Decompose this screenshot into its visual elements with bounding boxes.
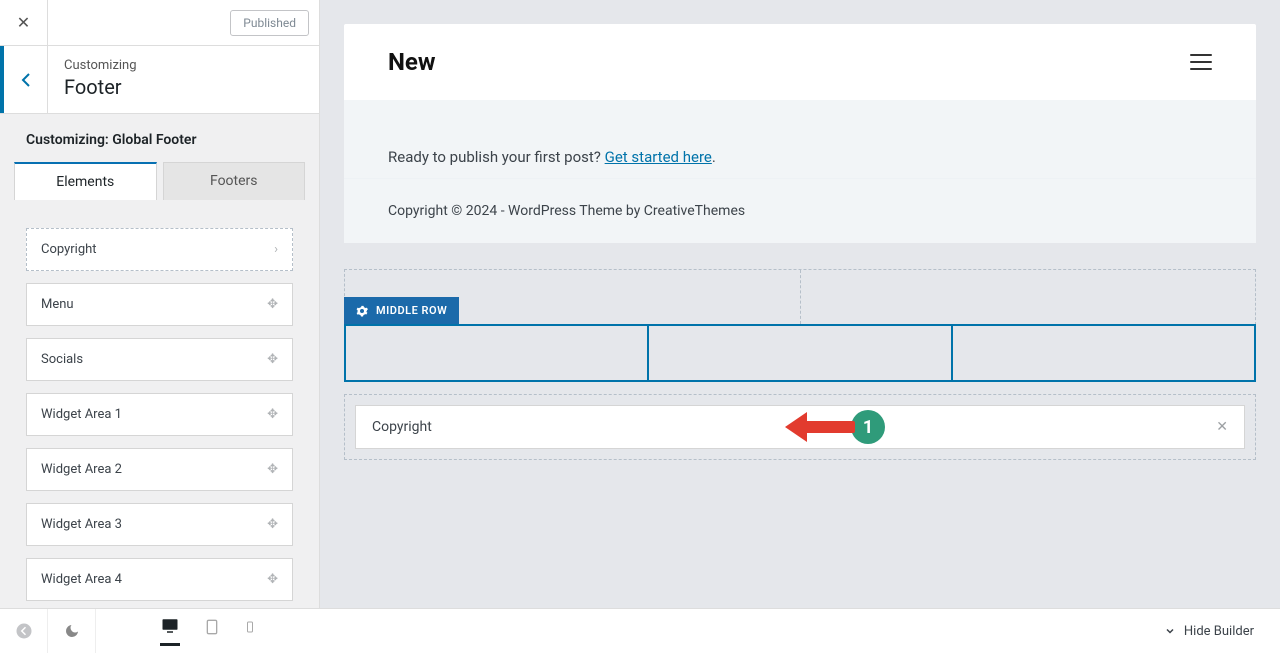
middle-row-col-2[interactable] xyxy=(649,326,952,380)
tab-elements[interactable]: Elements xyxy=(14,162,157,200)
back-button[interactable] xyxy=(0,46,48,113)
site-preview: New Ready to publish your first post? Ge… xyxy=(344,24,1256,243)
top-row[interactable] xyxy=(344,269,1256,325)
preview-footer: Copyright © 2024 - WordPress Theme by Cr… xyxy=(344,178,1256,243)
item-label: Copyright xyxy=(372,419,432,435)
preview-header: New xyxy=(344,24,1256,100)
element-widget-3[interactable]: Widget Area 3 ✥ xyxy=(26,503,293,546)
customizer-sidebar: ✕ Published Customizing Footer Customizi… xyxy=(0,0,320,608)
panel-subtitle: Customizing: Global Footer xyxy=(0,114,319,162)
customizing-label: Customizing xyxy=(64,58,137,73)
dark-mode-toggle[interactable] xyxy=(48,609,96,653)
mobile-icon xyxy=(244,617,256,637)
section-header: Customizing Footer xyxy=(0,46,319,114)
element-menu[interactable]: Menu ✥ xyxy=(26,283,293,326)
section-title: Footer xyxy=(64,75,137,99)
device-mobile[interactable] xyxy=(244,617,256,646)
element-label: Widget Area 1 xyxy=(41,407,122,422)
gear-icon xyxy=(356,305,368,317)
body-text: Ready to publish your first post? xyxy=(388,148,605,166)
elements-list: Copyright › Menu ✥ Socials ✥ Widget Area… xyxy=(0,200,319,608)
desktop-icon xyxy=(160,617,180,635)
header-text: Customizing Footer xyxy=(48,46,153,113)
element-widget-4[interactable]: Widget Area 4 ✥ xyxy=(26,558,293,601)
arrow-head-icon xyxy=(785,412,807,442)
main-pane: New Ready to publish your first post? Ge… xyxy=(320,0,1280,608)
chevron-left-icon xyxy=(21,72,31,88)
hide-builder-button[interactable]: Hide Builder xyxy=(1138,624,1280,639)
collapse-button[interactable] xyxy=(0,609,48,653)
bottombar-left xyxy=(0,609,320,653)
middle-row-settings-button[interactable]: MIDDLE ROW xyxy=(344,297,459,324)
tab-footers[interactable]: Footers xyxy=(163,162,306,200)
site-title[interactable]: New xyxy=(388,48,436,76)
chevron-down-icon xyxy=(1164,625,1176,637)
get-started-link[interactable]: Get started here xyxy=(605,148,712,166)
tablet-icon xyxy=(204,617,220,637)
chevron-right-icon: › xyxy=(274,242,278,257)
middle-row-col-3[interactable] xyxy=(953,326,1254,380)
move-icon: ✥ xyxy=(267,517,278,532)
hamburger-menu-icon[interactable] xyxy=(1190,54,1212,70)
publish-button[interactable]: Published xyxy=(230,10,309,36)
tabs: Elements Footers xyxy=(0,162,319,200)
element-widget-1[interactable]: Widget Area 1 ✥ xyxy=(26,393,293,436)
arrow-line xyxy=(805,421,855,433)
element-widget-2[interactable]: Widget Area 2 ✥ xyxy=(26,448,293,491)
element-label: Socials xyxy=(41,352,83,367)
element-label: Widget Area 2 xyxy=(41,462,122,477)
close-button[interactable]: ✕ xyxy=(0,0,48,46)
element-label: Widget Area 4 xyxy=(41,572,122,587)
element-socials[interactable]: Socials ✥ xyxy=(26,338,293,381)
annotation-step-badge: 1 xyxy=(851,410,885,444)
element-label: Menu xyxy=(41,297,74,312)
device-tablet[interactable] xyxy=(204,617,220,646)
circle-left-icon xyxy=(15,622,33,640)
remove-icon[interactable]: ✕ xyxy=(1216,419,1228,435)
middle-row[interactable] xyxy=(344,324,1256,382)
top-row-col-2[interactable] xyxy=(801,270,1256,324)
device-desktop[interactable] xyxy=(160,617,180,646)
middle-row-label: MIDDLE ROW xyxy=(376,304,447,317)
bottom-bar: Hide Builder xyxy=(0,608,1280,653)
middle-row-col-1[interactable] xyxy=(346,326,649,380)
element-label: Widget Area 3 xyxy=(41,517,122,532)
move-icon: ✥ xyxy=(267,352,278,367)
move-icon: ✥ xyxy=(267,572,278,587)
customizer-topbar: ✕ Published xyxy=(0,0,319,46)
move-icon: ✥ xyxy=(267,462,278,477)
move-icon: ✥ xyxy=(267,297,278,312)
hide-builder-label: Hide Builder xyxy=(1184,624,1254,639)
annotation-arrow: 1 xyxy=(785,410,885,444)
element-copyright[interactable]: Copyright › xyxy=(26,228,293,271)
move-icon: ✥ xyxy=(267,407,278,422)
moon-icon xyxy=(64,623,80,639)
preview-body: Ready to publish your first post? Get st… xyxy=(344,100,1256,178)
close-icon: ✕ xyxy=(17,13,30,32)
element-label: Copyright xyxy=(41,242,97,257)
